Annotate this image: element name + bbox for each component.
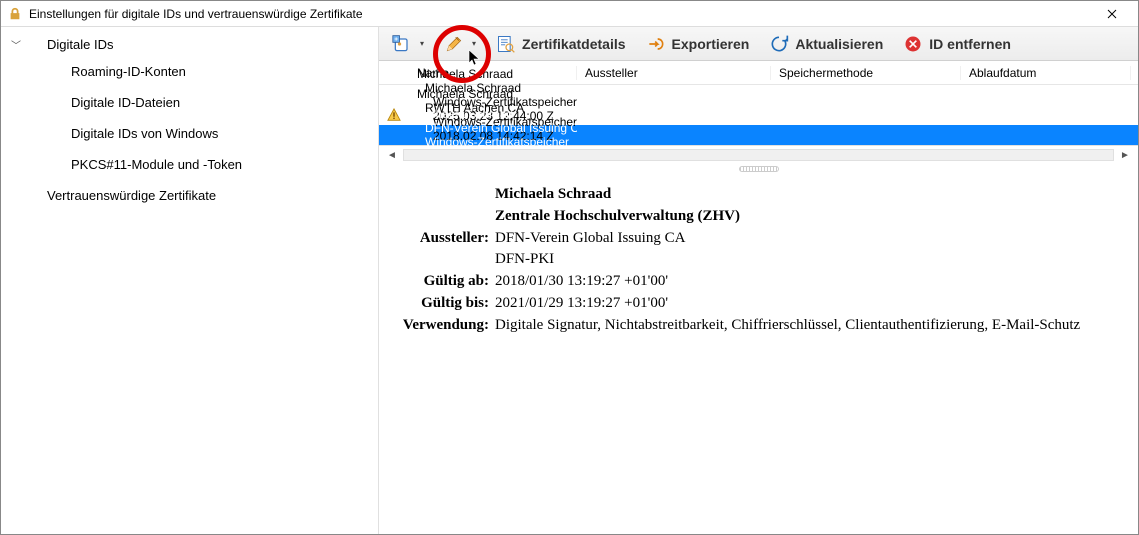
main-panel: ▾ ▾ Zertifikatdetails Exportieren Aktual… bbox=[379, 27, 1138, 534]
col-issuer[interactable]: Aussteller bbox=[577, 66, 771, 80]
refresh-label: Aktualisieren bbox=[795, 36, 883, 52]
refresh-button[interactable]: Aktualisieren bbox=[760, 30, 892, 58]
remove-id-button[interactable]: ID entfernen bbox=[894, 30, 1020, 58]
export-label: Exportieren bbox=[672, 36, 750, 52]
table-row[interactable]: Michaela Schraad DFN-Verein Global Issui… bbox=[379, 125, 1138, 145]
splitter[interactable] bbox=[379, 164, 1138, 174]
scroll-right-icon[interactable]: ► bbox=[1118, 148, 1132, 162]
detail-issuer-label: Aussteller: bbox=[399, 228, 495, 250]
tree-root-label: Digitale IDs bbox=[47, 37, 113, 52]
col-storage[interactable]: Speichermethode bbox=[771, 66, 961, 80]
detail-validfrom: 2018/01/30 13:19:27 +01'00' bbox=[495, 271, 668, 293]
cert-grid: Name Aussteller Speichermethode Ablaufda… bbox=[379, 61, 1138, 146]
cert-details-panel: Michaela Schraad Zentrale Hochschulverwa… bbox=[379, 174, 1138, 346]
scroll-left-icon[interactable]: ◄ bbox=[385, 148, 399, 162]
detail-usage: Digitale Signatur, Nichtabstreitbarkeit,… bbox=[495, 315, 1080, 337]
splitter-grip-icon[interactable] bbox=[739, 166, 779, 172]
detail-issuer1: DFN-Verein Global Issuing CA bbox=[495, 228, 685, 250]
edit-button[interactable]: ▾ bbox=[435, 30, 485, 58]
detail-issuer2: DFN-PKI bbox=[495, 249, 554, 271]
chevron-down-icon: ▾ bbox=[472, 39, 476, 48]
tree-root-trusted-certs[interactable]: Vertrauenswürdige Zertifikate bbox=[1, 180, 378, 211]
add-id-button[interactable]: ▾ bbox=[383, 30, 433, 58]
detail-org: Zentrale Hochschulverwaltung (ZHV) bbox=[495, 206, 740, 228]
detail-validfrom-label: Gültig ab: bbox=[399, 271, 495, 293]
col-expiry[interactable]: Ablaufdatum bbox=[961, 66, 1131, 80]
toolbar: ▾ ▾ Zertifikatdetails Exportieren Aktual… bbox=[379, 27, 1138, 61]
detail-validto: 2021/01/29 13:19:27 +01'00' bbox=[495, 293, 668, 315]
detail-validto-label: Gültig bis: bbox=[399, 293, 495, 315]
chevron-down-icon: ﹀ bbox=[11, 37, 23, 52]
detail-usage-label: Verwendung: bbox=[399, 315, 495, 337]
tree-item-pkcs11[interactable]: PKCS#11-Module und -Token bbox=[1, 149, 378, 180]
scroll-track[interactable] bbox=[403, 149, 1114, 161]
sidebar: ﹀ Digitale IDs Roaming-ID-Konten Digital… bbox=[1, 27, 379, 534]
titlebar: Einstellungen für digitale IDs und vertr… bbox=[1, 1, 1138, 27]
tree-item-windows-ids[interactable]: Digitale IDs von Windows bbox=[1, 118, 378, 149]
cert-details-button[interactable]: Zertifikatdetails bbox=[487, 30, 634, 58]
remove-id-label: ID entfernen bbox=[929, 36, 1011, 52]
export-button[interactable]: Exportieren bbox=[637, 30, 759, 58]
tree-item-roaming[interactable]: Roaming-ID-Konten bbox=[1, 56, 378, 87]
warning-icon bbox=[379, 108, 409, 122]
horizontal-scrollbar[interactable]: ◄ ► bbox=[379, 146, 1138, 164]
lock-icon bbox=[7, 6, 23, 22]
window-title: Einstellungen für digitale IDs und vertr… bbox=[29, 7, 1092, 21]
cell-issuer: DFN-Verein Global Issuing CA bbox=[417, 121, 577, 135]
detail-name: Michaela Schraad bbox=[495, 184, 611, 206]
tree-root-digital-ids[interactable]: ﹀ Digitale IDs bbox=[1, 33, 378, 56]
tree-item-id-files[interactable]: Digitale ID-Dateien bbox=[1, 87, 378, 118]
close-button[interactable] bbox=[1092, 1, 1132, 26]
chevron-down-icon: ▾ bbox=[420, 39, 424, 48]
cert-details-label: Zertifikatdetails bbox=[522, 36, 625, 52]
